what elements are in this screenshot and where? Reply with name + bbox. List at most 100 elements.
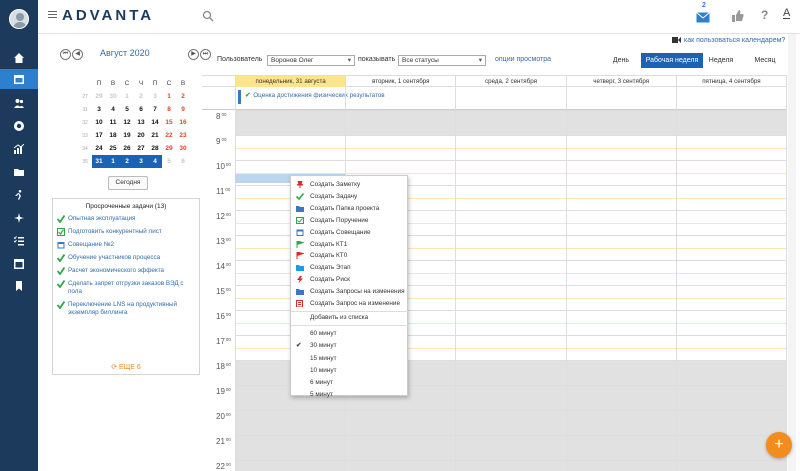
view-button-3[interactable]: Месяц (743, 53, 787, 68)
add-from-list-item[interactable]: Добавить из списка (291, 312, 409, 323)
duration-option[interactable]: 15 минут (291, 353, 409, 364)
duration-option[interactable]: 6 минут (291, 377, 409, 388)
calendar-day[interactable]: 16 (176, 116, 190, 129)
nav-item-runner[interactable] (0, 185, 38, 205)
nav-item-lifebuoy[interactable] (0, 116, 38, 136)
nav-item-bookmark[interactable] (0, 276, 38, 296)
calendar-help-link[interactable]: как пользоваться календарем? (672, 37, 785, 44)
calendar-day[interactable]: 18 (106, 129, 120, 142)
overdue-task-item[interactable]: Сделать запрет отгрузки заказов ВЭД с по… (57, 280, 195, 296)
calendar-day[interactable]: 31 (92, 155, 106, 168)
day-header[interactable]: пятница, 4 сентября (675, 76, 786, 87)
nav-item-chart[interactable] (0, 139, 38, 159)
calendar-day[interactable]: 25 (106, 142, 120, 155)
context-menu-item[interactable]: Создать Папка проекта (291, 203, 409, 214)
more-tasks-link[interactable]: ⟳ ЕЩЕ 6 (53, 363, 199, 371)
duration-option[interactable]: ✔ 30 минут (291, 340, 409, 351)
calendar-day[interactable]: 21 (148, 129, 162, 142)
avatar[interactable] (9, 9, 29, 29)
overdue-task-item[interactable]: Переключение LNS на продуктивный экземпл… (57, 301, 195, 317)
overdue-task-item[interactable]: Обучение участников процесса (57, 254, 195, 262)
all-day-event[interactable]: ✔ Оценка достижения физических результато… (238, 90, 784, 104)
prev-year-button[interactable]: ⏮ (60, 49, 71, 60)
calendar-day[interactable]: 2 (176, 90, 190, 103)
status-select[interactable]: Все статусы ▾ (398, 55, 486, 66)
font-size-icon[interactable]: A (783, 7, 791, 19)
calendar-day[interactable]: 1 (106, 155, 120, 168)
search-icon[interactable] (202, 10, 214, 22)
calendar-day[interactable]: 15 (162, 116, 176, 129)
week-number[interactable]: 33 (78, 129, 92, 142)
calendar-day[interactable]: 6 (176, 155, 190, 168)
nav-item-calendar[interactable] (0, 69, 38, 89)
calendar-day[interactable]: 13 (134, 116, 148, 129)
calendar-day[interactable]: 1 (162, 90, 176, 103)
calendar-day[interactable]: 30 (176, 142, 190, 155)
calendar-day[interactable]: 14 (148, 116, 162, 129)
nav-item-sparkle[interactable] (0, 208, 38, 228)
calendar-day[interactable]: 6 (134, 103, 148, 116)
day-header[interactable]: четверг, 3 сентября (565, 76, 676, 87)
calendar-day[interactable]: 5 (162, 155, 176, 168)
context-menu-item[interactable]: Создать Запросы на изменения (291, 286, 409, 297)
hour-slot[interactable] (235, 460, 786, 471)
context-menu-item[interactable]: Создать КТ0 (291, 250, 409, 261)
calendar-day[interactable]: 28 (148, 142, 162, 155)
nav-item-folder[interactable] (0, 162, 38, 182)
calendar-day[interactable]: 3 (134, 155, 148, 168)
next-month-button[interactable]: ▶ (188, 49, 199, 60)
calendar-day[interactable]: 17 (92, 129, 106, 142)
context-menu-item[interactable]: Создать Запрос на изменение (291, 298, 409, 309)
user-select[interactable]: Воронов Олег ▾ (267, 55, 355, 66)
menu-toggle-icon[interactable] (48, 11, 57, 19)
week-number[interactable]: 32 (78, 116, 92, 129)
overdue-task-item[interactable]: Расчет экономического эффекта (57, 267, 195, 275)
calendar-day[interactable]: 24 (92, 142, 106, 155)
nav-item-window[interactable] (0, 254, 38, 274)
calendar-day[interactable]: 5 (120, 103, 134, 116)
calendar-day[interactable]: 3 (148, 90, 162, 103)
week-number[interactable]: 31 (78, 103, 92, 116)
calendar-day[interactable]: 2 (134, 90, 148, 103)
duration-option[interactable]: 10 минут (291, 365, 409, 376)
add-fab-button[interactable]: + (766, 432, 792, 458)
view-button-2[interactable]: Неделя (706, 53, 736, 68)
day-header[interactable]: среда, 2 сентября (455, 76, 565, 87)
help-icon[interactable]: ? (761, 8, 768, 22)
calendar-day[interactable]: 2 (120, 155, 134, 168)
context-menu-item[interactable]: Создать Поручение (291, 215, 409, 226)
week-number[interactable]: 35 (78, 155, 92, 168)
hour-slot[interactable] (235, 110, 786, 135)
calendar-day[interactable]: 23 (176, 129, 190, 142)
hour-slot[interactable] (235, 135, 786, 160)
calendar-day[interactable]: 1 (120, 90, 134, 103)
hour-slot[interactable] (235, 435, 786, 460)
nav-item-checklist[interactable] (0, 231, 38, 251)
overdue-task-item[interactable]: Опытная эксплуатация (57, 215, 195, 223)
hour-slot[interactable] (235, 410, 786, 435)
calendar-day[interactable]: 30 (106, 90, 120, 103)
view-options-link[interactable]: опции просмотра (495, 56, 551, 63)
calendar-day[interactable]: 22 (162, 129, 176, 142)
logo[interactable]: ADVANTA (62, 7, 154, 24)
calendar-day[interactable]: 9 (176, 103, 190, 116)
duration-option[interactable]: 60 минут (291, 328, 409, 339)
overdue-task-item[interactable]: Подготовить конкурентный лист (57, 228, 195, 236)
calendar-day[interactable]: 10 (92, 116, 106, 129)
context-menu-item[interactable]: Создать Заметку (291, 179, 409, 190)
calendar-day[interactable]: 4 (148, 155, 162, 168)
calendar-day[interactable]: 3 (92, 103, 106, 116)
scrollbar[interactable] (788, 34, 796, 471)
week-number[interactable]: 34 (78, 142, 92, 155)
calendar-day[interactable]: 20 (134, 129, 148, 142)
calendar-day[interactable]: 11 (106, 116, 120, 129)
context-menu-item[interactable]: Создать Задачу (291, 191, 409, 202)
nav-item-people[interactable] (0, 93, 38, 113)
thumbs-up-icon[interactable] (732, 10, 744, 22)
prev-month-button[interactable]: ◀ (72, 49, 83, 60)
nav-item-home[interactable] (0, 48, 38, 68)
calendar-day[interactable]: 26 (120, 142, 134, 155)
calendar-day[interactable]: 7 (148, 103, 162, 116)
week-number[interactable]: 27 (78, 90, 92, 103)
messages-button[interactable]: 2 (696, 2, 710, 28)
